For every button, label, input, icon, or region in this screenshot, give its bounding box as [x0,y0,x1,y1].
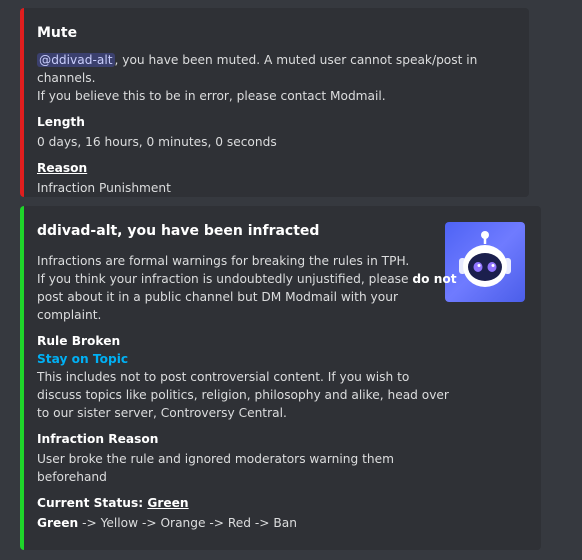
infraction-reason-value: User broke the rule and ignored moderato… [37,450,529,486]
infraction-description: Infractions are formal warnings for brea… [37,252,529,324]
length-value: 0 days, 16 hours, 0 minutes, 0 seconds [37,135,277,149]
status-current: Green [37,516,79,530]
mute-description: @ddivad-alt, you have been muted. A mute… [37,51,517,105]
rule-broken-label: Rule Broken [37,334,121,348]
mute-desc-line2: If you believe this to be in error, plea… [37,89,386,103]
infraction-reason-label: Infraction Reason [37,432,159,446]
status-label-value: Green [147,496,189,510]
status-rest: -> Yellow -> Orange -> Red -> Ban [78,516,297,530]
infr-desc-line1: Infractions are formal warnings for brea… [37,254,410,268]
infraction-embed: ddivad-alt, you have been infracted Infr… [20,206,541,550]
status-scale: Green -> Yellow -> Orange -> Red -> Ban [37,514,529,532]
user-mention[interactable]: @ddivad-alt [37,53,115,67]
rule-line3: to our sister server, Controversy Centra… [37,406,287,420]
infr-desc-line4: complaint. [37,308,102,322]
current-status-label: Current Status: Green [37,494,529,512]
rule-line2: discuss topics like politics, religion, … [37,388,449,402]
length-label: Length [37,115,85,129]
infr-desc-line2: If you think your infraction is undoubte… [37,272,413,286]
reason-line1: User broke the rule and ignored moderato… [37,452,394,466]
reason-line2: beforehand [37,470,107,484]
mute-embed: Mute @ddivad-alt, you have been muted. A… [20,8,529,197]
infraction-title: ddivad-alt, you have been infracted [37,223,320,239]
mute-title: Mute [37,25,78,41]
rule-line1: This includes not to post controversial … [37,370,410,384]
infr-desc-line3: post about it in a public channel but DM… [37,290,398,304]
rule-broken-value: Stay on Topic This includes not to post … [37,350,529,422]
reason-label: Reason [37,161,88,175]
status-label-text: Current Status: [37,496,148,510]
do-not-emphasis: do not [412,272,457,286]
rule-link[interactable]: Stay on Topic [37,352,128,366]
reason-value: Infraction Punishment [37,181,171,195]
